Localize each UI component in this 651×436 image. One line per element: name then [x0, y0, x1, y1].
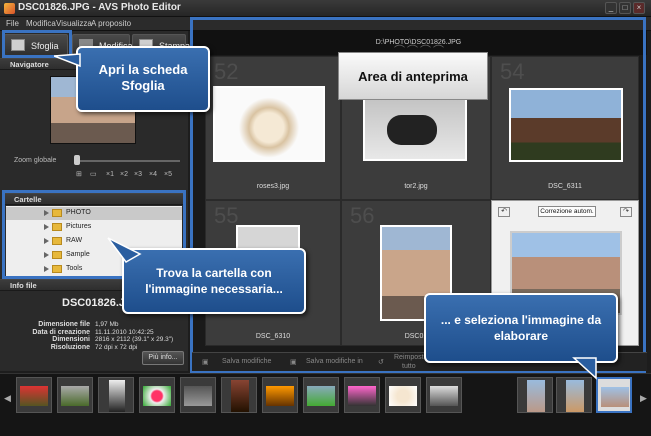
zoom-slider[interactable]: [76, 160, 180, 162]
zoom-x4[interactable]: ×4: [149, 171, 157, 178]
fileinfo-filename: DSC01826.J: [62, 297, 125, 309]
film-thumbnail[interactable]: [180, 377, 216, 413]
menu-a-proposito[interactable]: A proposito: [91, 19, 131, 28]
film-thumbnail[interactable]: [262, 377, 298, 413]
more-info-button[interactable]: Più info...: [142, 351, 184, 365]
scroll-right-icon[interactable]: ▶: [640, 393, 647, 404]
zoom-x5[interactable]: ×5: [164, 171, 172, 178]
title-bar: DSC01826.JPG - AVS Photo Editor _ □ ×: [0, 0, 651, 17]
zoom-slider-handle[interactable]: [74, 155, 80, 165]
callout-select-pointer: [572, 357, 597, 380]
zoom-actual-icon[interactable]: ▭: [90, 170, 97, 178]
menu-visualizza[interactable]: Visualizza: [56, 19, 92, 28]
film-thumbnail[interactable]: [517, 377, 553, 413]
callout-folder-pointer: [107, 237, 142, 263]
scroll-left-icon[interactable]: ◀: [4, 393, 11, 404]
minimize-icon[interactable]: _: [605, 2, 617, 14]
callout-select-image: ... e seleziona l'immagine da elaborare: [424, 293, 618, 363]
fileinfo-labels: Dimensione file Data di creazione Dimens…: [32, 321, 90, 351]
fileinfo-values: 1,97 Mb 11.11.2010 10:42:25 2816 x 2112 …: [95, 321, 174, 351]
app-icon: [4, 3, 15, 14]
zoom-x2[interactable]: ×2: [120, 171, 128, 178]
save-icon: ▣: [202, 359, 209, 366]
callout-browse-pointer: [54, 53, 81, 68]
save-in-button[interactable]: Salva modifiche in: [306, 358, 363, 365]
save-as-icon: ▣: [290, 359, 297, 366]
zoom-fit-icon[interactable]: ⊞: [76, 170, 82, 178]
window-title: DSC01826.JPG - AVS Photo Editor: [18, 2, 181, 13]
zoom-x3[interactable]: ×3: [134, 171, 142, 178]
note-rings: ⌒⌒⌒⌒: [394, 45, 446, 57]
film-thumbnail[interactable]: [139, 377, 175, 413]
menu-file[interactable]: File: [6, 19, 19, 28]
reset-all-label: tutto: [402, 363, 416, 370]
callout-browse: Apri la scheda Sfoglia: [76, 46, 210, 112]
callout-find-folder: Trova la cartella con l'immagine necessa…: [122, 248, 306, 314]
film-thumbnail[interactable]: [426, 377, 462, 413]
menu-modifica[interactable]: Modifica: [26, 19, 56, 28]
preview-area-note: Area di anteprima: [338, 52, 488, 100]
reset-icon: ↺: [378, 359, 384, 366]
zoom-x1[interactable]: ×1: [106, 171, 114, 178]
reset-button[interactable]: Reimposta: [394, 354, 427, 361]
film-thumbnail[interactable]: [98, 377, 134, 413]
film-thumbnail[interactable]: [344, 377, 380, 413]
maximize-icon[interactable]: □: [619, 2, 631, 14]
save-button[interactable]: Salva modifiche: [222, 358, 271, 365]
film-thumbnail[interactable]: [16, 377, 52, 413]
film-thumbnail[interactable]: [385, 377, 421, 413]
zoom-label: Zoom globale: [14, 157, 57, 164]
film-thumbnail-selected[interactable]: [596, 377, 632, 413]
film-thumbnail[interactable]: [556, 377, 592, 413]
close-icon[interactable]: ×: [633, 2, 645, 14]
film-thumbnail[interactable]: [303, 377, 339, 413]
film-thumbnail[interactable]: [221, 377, 257, 413]
film-thumbnail[interactable]: [57, 377, 93, 413]
